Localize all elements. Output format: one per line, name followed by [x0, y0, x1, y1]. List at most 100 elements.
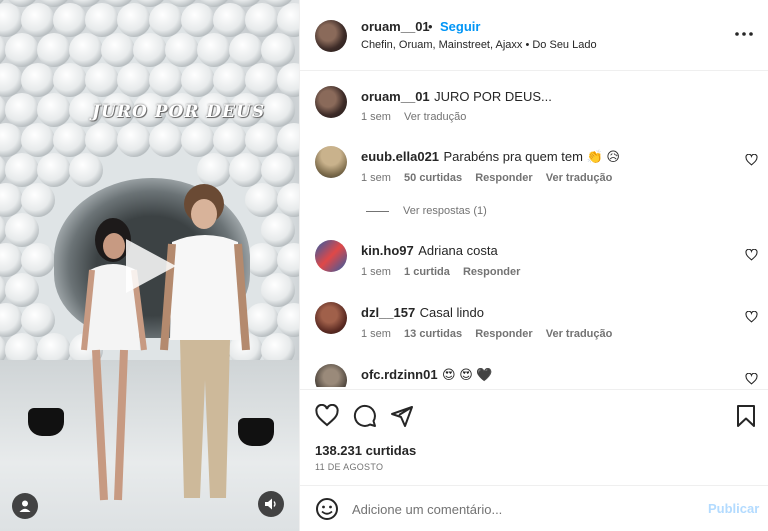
translate-link[interactable]: Ver tradução	[404, 111, 466, 123]
avatar[interactable]	[315, 302, 347, 334]
comment-input[interactable]	[352, 498, 692, 520]
comment: dzl__157 Casal lindo	[361, 304, 484, 322]
heart-icon[interactable]	[745, 373, 758, 385]
balloon	[133, 33, 167, 67]
balloon	[21, 63, 55, 97]
balloon	[21, 243, 55, 277]
balloon	[37, 93, 71, 127]
avatar[interactable]	[315, 364, 347, 387]
comment-text: Adriana costa	[418, 243, 498, 258]
timestamp[interactable]: 1 sem	[361, 266, 391, 278]
balloon	[181, 3, 215, 37]
reply-button[interactable]: Responder	[463, 266, 520, 278]
comments-list[interactable]: oruam__01 JURO POR DEUS... 1 sem Ver tra…	[300, 72, 768, 387]
avatar[interactable]	[315, 20, 347, 52]
balloon	[21, 303, 55, 337]
like-count[interactable]: 50 curtidas	[404, 172, 462, 184]
speaker-icon[interactable]	[258, 491, 284, 517]
balloon	[229, 33, 263, 67]
comment: ofc.rdzinn01 😍 😍 🖤	[361, 366, 493, 384]
balloon	[53, 63, 87, 97]
balloon	[5, 93, 39, 127]
play-icon[interactable]	[118, 235, 180, 297]
balloon	[213, 123, 247, 157]
reply-button[interactable]: Responder	[475, 172, 532, 184]
publish-button[interactable]: Publicar	[708, 501, 759, 516]
post-side-panel: oruam__01 • Seguir Chefin, Oruam, Mainst…	[299, 0, 768, 531]
view-replies-button[interactable]: Ver respostas (1)	[366, 205, 487, 217]
balloon	[181, 123, 215, 157]
balloon	[0, 3, 23, 37]
balloon	[53, 3, 87, 37]
reply-button[interactable]: Responder	[475, 328, 532, 340]
heart-icon[interactable]	[745, 154, 758, 166]
author-username[interactable]: oruam__01	[361, 19, 430, 34]
balloon	[197, 33, 231, 67]
avatar[interactable]	[315, 86, 347, 118]
balloon	[277, 123, 299, 157]
balloon	[261, 153, 295, 187]
replies-divider	[366, 210, 389, 212]
like-count[interactable]: 138.231 curtidas	[315, 443, 416, 458]
balloon	[0, 63, 23, 97]
stage-light-left	[28, 408, 64, 436]
like-count[interactable]: 13 curtidas	[404, 328, 462, 340]
translate-link[interactable]: Ver tradução	[546, 172, 613, 184]
heart-icon[interactable]	[745, 249, 758, 261]
balloon	[85, 63, 119, 97]
timestamp[interactable]: 1 sem	[361, 328, 391, 340]
balloon	[85, 3, 119, 37]
balloon	[5, 273, 39, 307]
balloon	[245, 3, 279, 37]
balloon	[0, 243, 23, 277]
comment-icon[interactable]	[353, 404, 377, 428]
balloon	[0, 303, 23, 337]
timestamp[interactable]: 1 sem	[361, 172, 391, 184]
balloon	[261, 213, 295, 247]
balloon	[117, 123, 151, 157]
balloon	[261, 93, 295, 127]
comment-username[interactable]: euub.ella021	[361, 149, 439, 164]
post-date[interactable]: 11 DE AGOSTO	[315, 462, 383, 472]
emoji-icon[interactable]	[315, 497, 339, 521]
heart-icon[interactable]	[745, 311, 758, 323]
caption-username[interactable]: oruam__01	[361, 89, 430, 104]
heart-icon[interactable]	[315, 404, 339, 428]
comment: kin.ho97 Adriana costa	[361, 242, 498, 260]
balloon	[277, 183, 299, 217]
comment-username[interactable]: ofc.rdzinn01	[361, 367, 438, 382]
balloon	[213, 63, 247, 97]
follow-button[interactable]: Seguir	[440, 19, 480, 34]
post-actions: 138.231 curtidas 11 DE AGOSTO	[300, 389, 768, 484]
balloon	[149, 63, 183, 97]
post-media[interactable]: JURO POR DEUS	[0, 0, 299, 531]
add-comment-bar: Publicar	[300, 485, 768, 531]
timestamp[interactable]: 1 sem	[361, 111, 391, 123]
share-icon[interactable]	[390, 404, 414, 428]
balloon	[117, 3, 151, 37]
avatar[interactable]	[315, 146, 347, 178]
bookmark-icon[interactable]	[734, 404, 758, 428]
video-overlay-title: JURO POR DEUS	[92, 102, 266, 122]
like-count[interactable]: 1 curtida	[404, 266, 450, 278]
balloon	[245, 243, 279, 277]
audio-credits[interactable]: Chefin, Oruam, Mainstreet, Ajaxx • Do Se…	[361, 39, 597, 51]
balloon	[0, 183, 23, 217]
balloon	[69, 33, 103, 67]
comment-username[interactable]: kin.ho97	[361, 243, 414, 258]
comment-username[interactable]: dzl__157	[361, 305, 415, 320]
caption: oruam__01 JURO POR DEUS...	[361, 88, 552, 106]
translate-link[interactable]: Ver tradução	[546, 328, 613, 340]
avatar[interactable]	[315, 240, 347, 272]
balloon	[245, 63, 279, 97]
balloon	[213, 3, 247, 37]
balloon	[277, 3, 299, 37]
more-horizontal-icon[interactable]	[734, 27, 754, 41]
balloon	[277, 63, 299, 97]
user-tag-icon[interactable]	[12, 493, 38, 519]
post-header: oruam__01 • Seguir Chefin, Oruam, Mainst…	[300, 0, 768, 71]
comment-meta: 1 sem 1 curtida Responder	[361, 266, 530, 278]
balloon	[245, 303, 279, 337]
balloon	[5, 213, 39, 247]
balloon	[85, 123, 119, 157]
